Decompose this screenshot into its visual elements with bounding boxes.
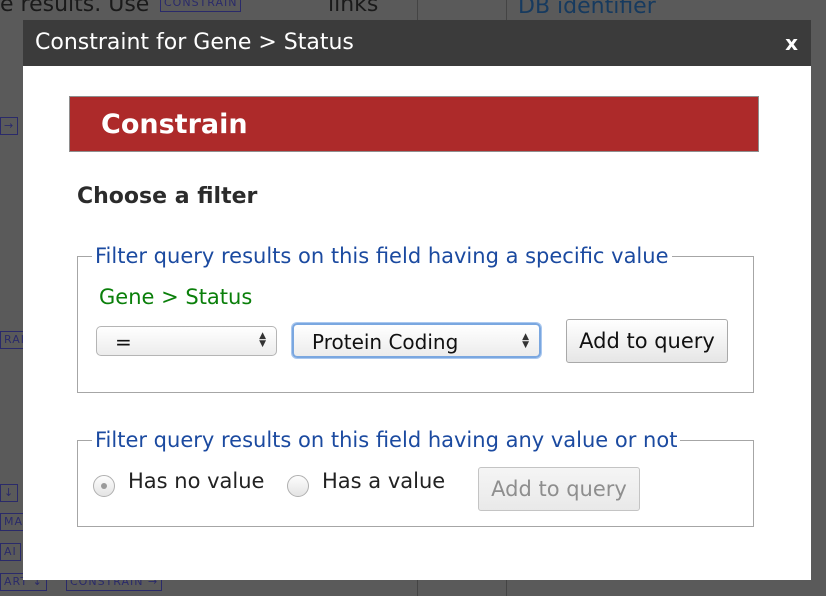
background-text: e results. Use [0,0,150,17]
value-select[interactable]: Protein Coding ▲ ▼ [292,323,541,358]
has-a-value-label[interactable]: Has a value [322,469,445,493]
has-no-value-radio[interactable] [93,475,115,497]
radio-selected-dot [101,483,107,489]
constraint-dialog: Constraint for Gene > Status x Constrain… [23,20,811,580]
any-value-legend: Filter query results on this field havin… [92,428,681,452]
specific-value-legend: Filter query results on this field havin… [92,244,672,268]
banner-title: Constrain [101,109,248,140]
operator-value: = [115,330,132,354]
has-no-value-label[interactable]: Has no value [128,469,264,493]
select-arrows-icon: ▲ ▼ [259,331,266,349]
background-db-identifier: DB identifier [518,0,656,19]
dialog-header: Constraint for Gene > Status x [23,20,811,66]
has-a-value-radio[interactable] [287,475,309,497]
field-path-label: Gene > Status [99,285,253,309]
add-to-query-button[interactable]: Add to query [566,319,728,363]
operator-select[interactable]: = ▲ ▼ [96,326,277,356]
choose-filter-heading: Choose a filter [77,184,258,209]
background-text-links: links [328,0,379,17]
select-arrows-icon: ▲ ▼ [522,332,529,350]
background-constrain-link: CONSTRAIN [160,0,242,12]
dialog-title: Constraint for Gene > Status [35,30,354,55]
background-left-link: AI [0,543,21,561]
close-button[interactable]: x [785,31,798,55]
background-left-link: → [0,117,19,135]
add-to-query-button-disabled[interactable]: Add to query [478,467,640,511]
constrain-banner: Constrain [69,96,759,152]
background-left-link: ↓ [0,484,19,502]
value-selected: Protein Coding [312,330,459,354]
